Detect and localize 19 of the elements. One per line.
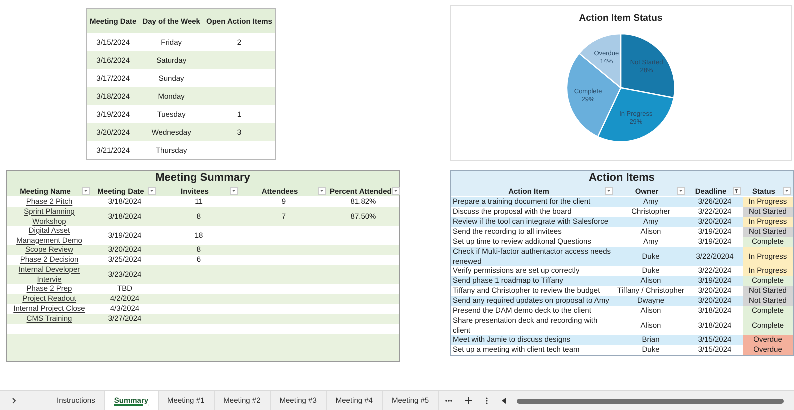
add-sheet-icon[interactable] <box>465 397 474 405</box>
options-icon[interactable] <box>485 397 490 405</box>
scroll-left-icon[interactable] <box>501 397 508 405</box>
scrollbar-thumb[interactable] <box>517 398 784 404</box>
pie-slice <box>620 33 676 99</box>
more-icon[interactable] <box>445 397 454 405</box>
dropdown-icon[interactable] <box>82 187 90 195</box>
dropdown-icon[interactable] <box>677 187 685 195</box>
chart-title: Action Item Status <box>579 13 663 24</box>
dropdown-icon[interactable] <box>148 187 156 195</box>
next-sheet-icon[interactable] <box>10 397 18 405</box>
table-title: Action Items <box>451 171 793 186</box>
dropdown-icon[interactable] <box>783 187 791 195</box>
filter-icon[interactable] <box>733 187 741 195</box>
dropdown-icon[interactable] <box>392 187 400 195</box>
table-title: Meeting Summary <box>7 171 399 186</box>
dropdown-icon[interactable] <box>318 187 326 195</box>
dropdown-icon[interactable] <box>605 187 613 195</box>
dropdown-icon[interactable] <box>230 187 238 195</box>
